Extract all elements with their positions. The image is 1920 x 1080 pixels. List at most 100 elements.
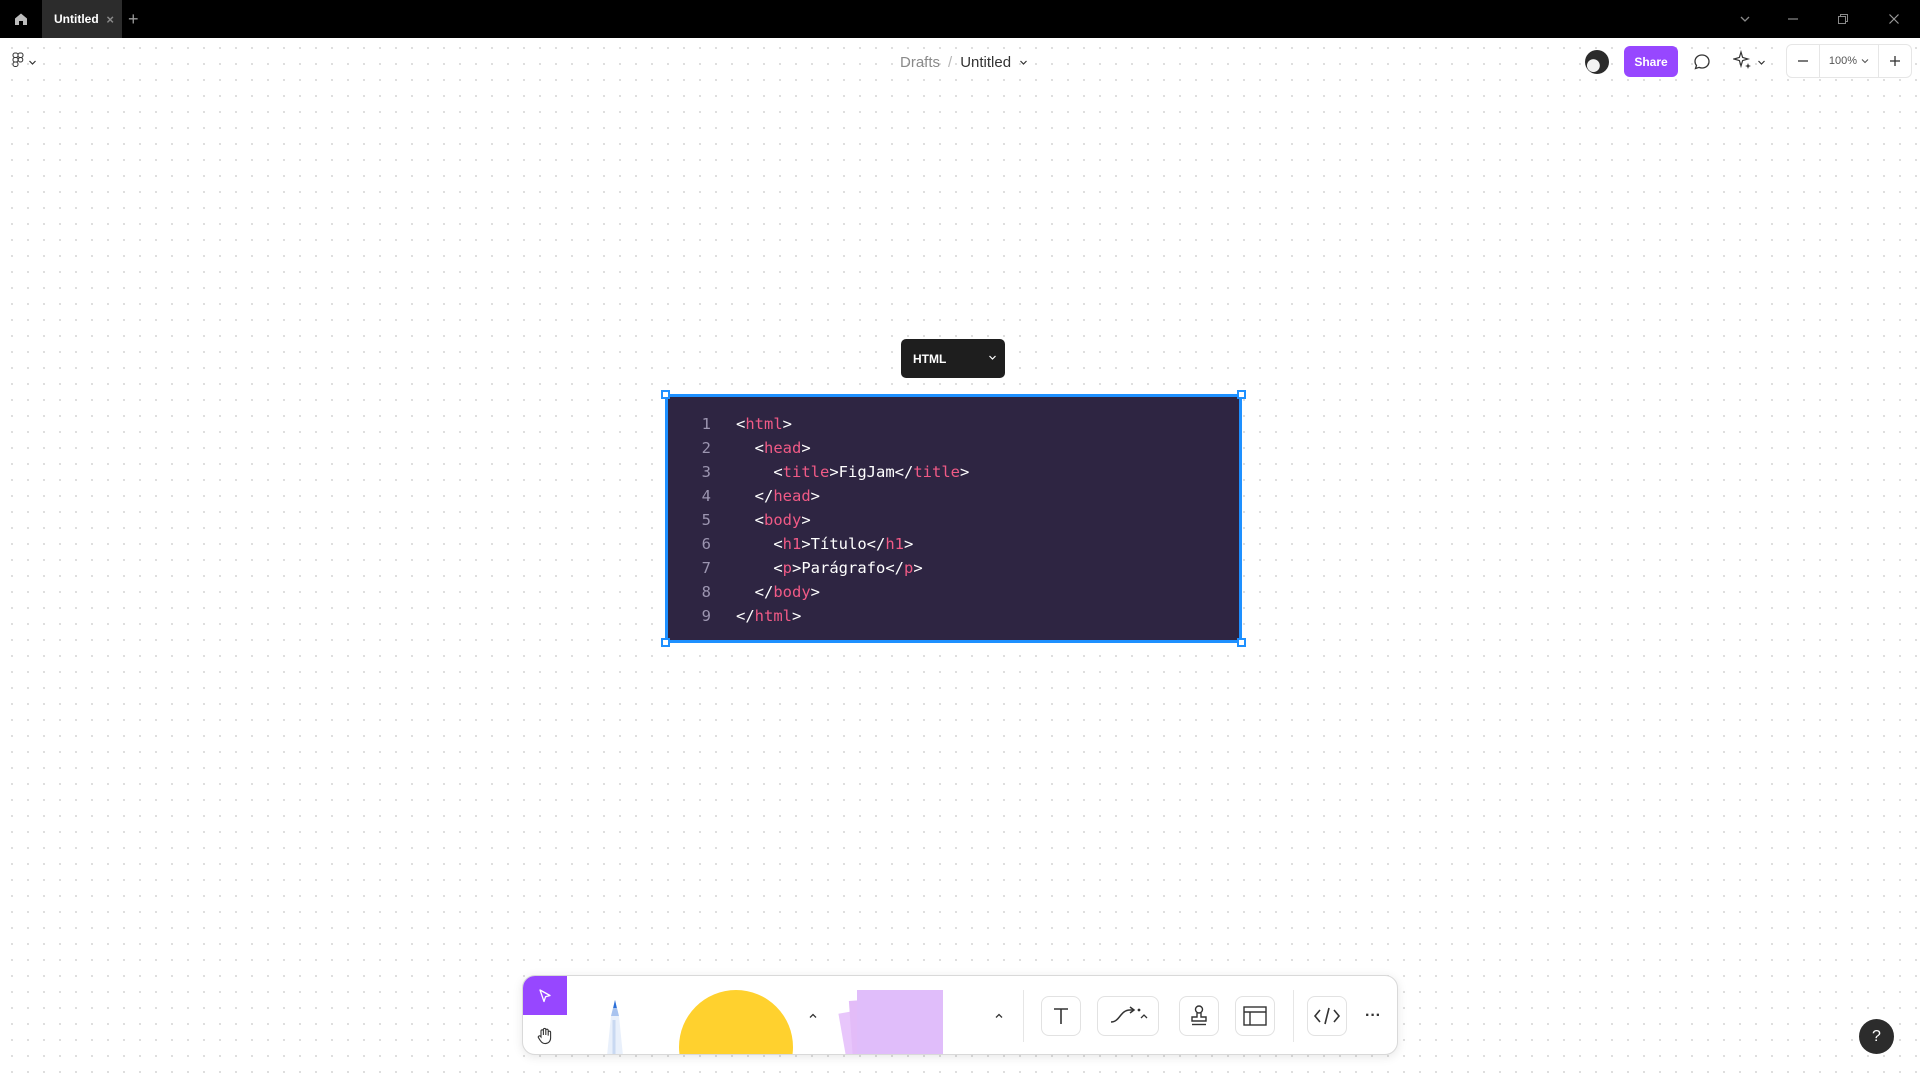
line-number: 8 — [701, 583, 711, 601]
code-tag-name: body — [764, 511, 802, 529]
code-line[interactable]: 6 <h1>Título</h1> — [668, 532, 1239, 556]
ai-actions-button[interactable] — [1731, 49, 1773, 74]
code-token: > — [960, 463, 970, 481]
code-line[interactable]: 9 </html> — [668, 604, 1239, 628]
avatar[interactable] — [1585, 50, 1609, 74]
hand-tool-button[interactable] — [523, 1016, 567, 1054]
chevron-down-icon — [988, 353, 997, 362]
code-language-label: HTML — [913, 351, 947, 366]
code-line[interactable]: 7 <p>Parágrafo</p> — [668, 556, 1239, 580]
sticky-more-chevron-icon[interactable] — [989, 1006, 1009, 1026]
code-line[interactable]: 4 </head> — [668, 484, 1239, 508]
file-tab[interactable]: Untitled × — [42, 0, 122, 38]
code-tag-name: title — [913, 463, 961, 481]
line-number: 7 — [701, 559, 711, 577]
share-button[interactable]: Share — [1624, 46, 1678, 77]
zoom-in-button[interactable] — [1879, 45, 1911, 77]
code-token: > — [810, 583, 820, 601]
tab-close-icon[interactable]: × — [106, 12, 114, 27]
main-menu-button[interactable] — [12, 52, 37, 73]
text-icon — [1054, 1008, 1068, 1024]
connector-tool-button[interactable] — [1097, 996, 1159, 1036]
code-text: <p>Parágrafo</p> — [736, 559, 923, 577]
code-tag-name: title — [782, 463, 830, 481]
code-token: < — [736, 511, 764, 529]
restore-icon[interactable] — [1832, 8, 1854, 30]
select-tool-button[interactable] — [523, 976, 567, 1015]
shapes-more-chevron-icon[interactable] — [803, 1006, 823, 1026]
breadcrumb-drafts-link[interactable]: Drafts — [900, 54, 940, 71]
connector-icon — [1110, 1006, 1148, 1023]
code-token: > — [810, 487, 820, 505]
code-tag-name: head — [764, 439, 802, 457]
file-title[interactable]: Untitled — [960, 54, 1011, 71]
code-token: >Parágrafo</ — [792, 559, 904, 577]
section-icon — [1243, 1006, 1267, 1026]
zoom-out-button[interactable] — [1787, 45, 1819, 77]
code-token: > — [904, 535, 914, 553]
code-token: >FigJam</ — [829, 463, 914, 481]
code-token: > — [913, 559, 923, 577]
chevron-down-icon[interactable] — [1019, 58, 1028, 67]
zoom-level-value: 100% — [1828, 55, 1858, 67]
resize-handle-bottom-left[interactable] — [661, 638, 670, 647]
code-block[interactable]: 1 <html> 2 <head> 3 <title>FigJam</title> 4 … — [665, 394, 1242, 643]
text-tool-button[interactable] — [1041, 996, 1081, 1036]
stamp-icon — [1191, 1005, 1207, 1026]
new-tab-button[interactable]: + — [128, 9, 139, 29]
code-token: > — [792, 607, 802, 625]
code-language-dropdown[interactable]: HTML — [901, 339, 1005, 378]
code-token: < — [736, 559, 783, 577]
code-tag-name: html — [754, 607, 792, 625]
minimize-icon[interactable] — [1782, 8, 1804, 30]
code-line[interactable]: 1 <html> — [668, 412, 1239, 436]
code-text: <h1>Título</h1> — [736, 535, 913, 553]
breadcrumb-separator: / — [948, 53, 953, 71]
zoom-level-dropdown[interactable]: 100% — [1819, 45, 1879, 77]
code-block-tool-button[interactable] — [1307, 996, 1347, 1036]
shape-tool-button[interactable] — [679, 990, 793, 1054]
code-tag-name: p — [904, 559, 914, 577]
close-icon[interactable] — [1883, 8, 1905, 30]
home-icon[interactable] — [8, 6, 34, 32]
code-icon — [1313, 1007, 1341, 1025]
code-text: <body> — [736, 511, 811, 529]
code-token: </ — [736, 583, 774, 601]
pencil-tool-button[interactable] — [593, 990, 637, 1054]
tabs-dropdown-chevron-icon[interactable] — [1734, 8, 1756, 30]
window-title-bar: Untitled × + — [0, 0, 1920, 38]
code-tag-name: p — [782, 559, 793, 577]
code-tag-name: h1 — [782, 535, 802, 553]
code-line[interactable]: 3 <title>FigJam</title> — [668, 460, 1239, 484]
resize-handle-top-left[interactable] — [661, 390, 670, 399]
code-tag-name: head — [773, 487, 811, 505]
code-token: < — [736, 463, 783, 481]
section-tool-button[interactable] — [1235, 996, 1275, 1036]
code-tag-name: h1 — [885, 535, 905, 553]
line-number: 6 — [701, 535, 711, 553]
breadcrumb: Drafts / Untitled — [900, 51, 1028, 73]
code-line[interactable]: 5 <body> — [668, 508, 1239, 532]
code-token: > — [782, 415, 793, 433]
comment-icon[interactable] — [1690, 50, 1714, 74]
code-text: </body> — [736, 583, 820, 601]
file-tab-label: Untitled — [54, 12, 99, 26]
chevron-down-icon — [28, 54, 37, 72]
code-token: > — [801, 511, 811, 529]
code-line[interactable]: 2 <head> — [668, 436, 1239, 460]
code-line[interactable]: 8 </body> — [668, 580, 1239, 604]
stamp-tool-button[interactable] — [1179, 996, 1219, 1036]
code-token: </ — [736, 487, 774, 505]
line-number: 1 — [701, 415, 711, 433]
code-token: < — [736, 535, 783, 553]
more-tools-icon[interactable]: ··· — [1361, 1006, 1385, 1026]
resize-handle-top-right[interactable] — [1237, 390, 1246, 399]
resize-handle-bottom-right[interactable] — [1237, 638, 1246, 647]
code-token: > — [801, 439, 811, 457]
code-text: <html> — [736, 415, 792, 433]
help-button[interactable]: ? — [1859, 1019, 1894, 1054]
bottom-toolbar: ··· — [522, 975, 1398, 1055]
code-text: <title>FigJam</title> — [736, 463, 969, 481]
sticky-note-tool-button[interactable] — [838, 988, 943, 1054]
chevron-down-icon — [1757, 58, 1766, 67]
